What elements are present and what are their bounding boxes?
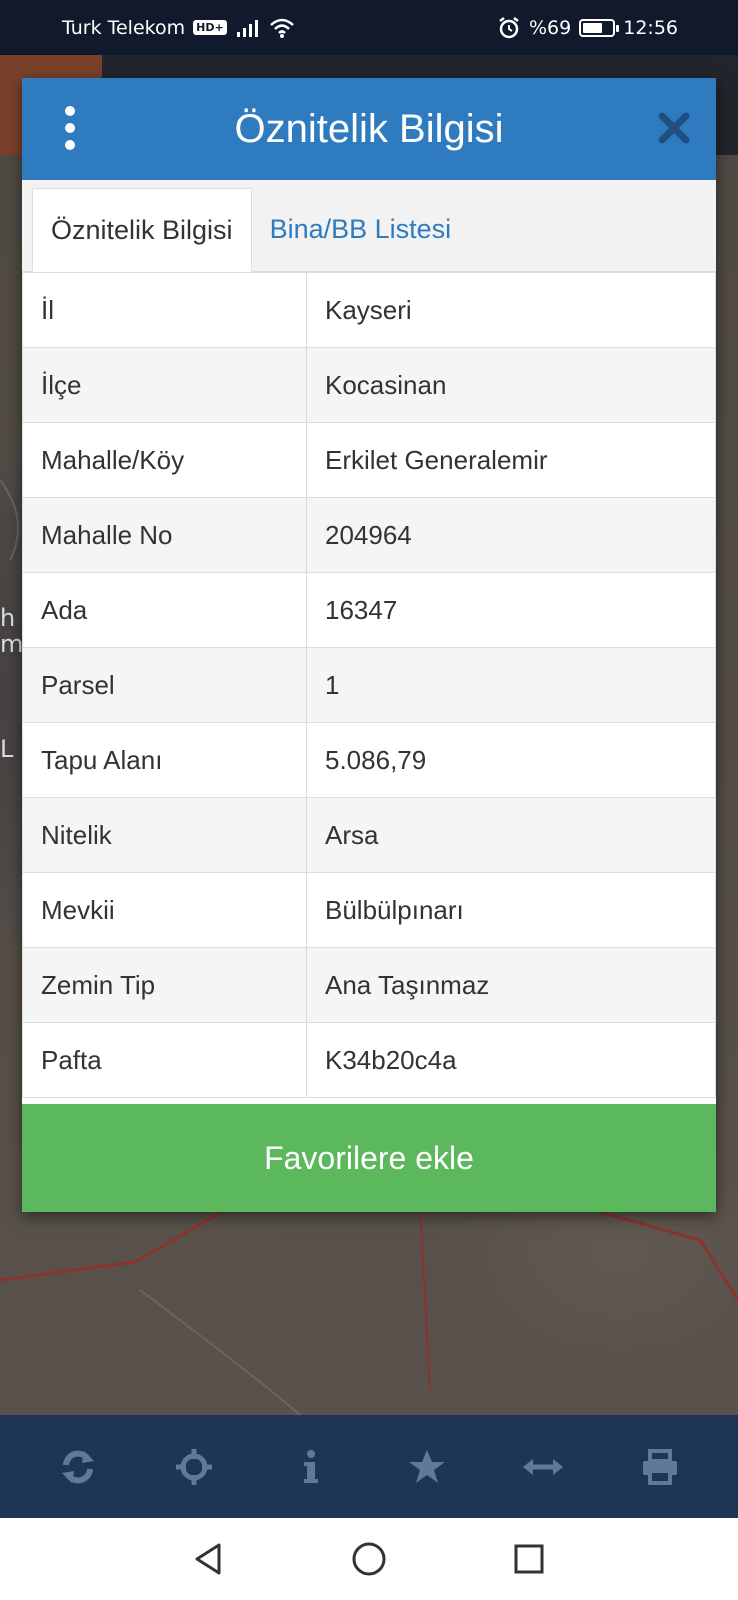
refresh-icon [62,1450,95,1483]
attribute-row: İl Kayseri [22,272,716,348]
back-triangle-icon [195,1543,221,1575]
attribute-label: Parsel [22,647,307,723]
back-button[interactable] [184,1534,234,1584]
measure-icon [523,1458,564,1475]
screen: h m L Turk Telekom HD+ %69 12:56 Öznitel… [0,0,738,1600]
attribute-value: Kocasinan [306,347,716,423]
alarm-icon [499,16,519,38]
attribute-value: K34b20c4a [306,1022,716,1098]
measure-button[interactable] [518,1442,568,1492]
attribute-label: İlçe [22,347,307,423]
attribute-value: Erkilet Generalemir [306,422,716,498]
attribute-value: 1 [306,647,716,723]
carrier-name: Turk Telekom [62,16,186,39]
attribute-info-dialog: Öznitelik Bilgisi Öznitelik Bilgisi Bina… [22,78,716,1212]
attribute-row: Ada 16347 [22,572,716,648]
attribute-label: Tapu Alanı [22,722,307,798]
map-label-fragment: h m [0,604,24,658]
map-label-fragment-2: L [0,735,14,763]
battery-percent: %69 [529,16,572,39]
recents-square-icon [514,1544,544,1574]
attribute-label: İl [22,272,307,348]
print-button[interactable] [635,1442,685,1492]
home-button[interactable] [344,1534,394,1584]
battery-fill [583,22,603,33]
status-left: Turk Telekom HD+ [62,17,295,39]
attribute-row: Zemin Tip Ana Taşınmaz [22,947,716,1023]
attribute-value: 204964 [306,497,716,573]
clock: 12:56 [623,16,678,39]
info-button[interactable] [286,1442,336,1492]
dialog-header: Öznitelik Bilgisi [22,78,716,180]
status-bar: Turk Telekom HD+ %69 12:56 [0,0,738,55]
attribute-label: Ada [22,572,307,648]
hd-badge: HD+ [193,20,227,35]
attribute-row: Pafta K34b20c4a [22,1022,716,1098]
attribute-value: 16347 [306,572,716,648]
locate-button[interactable] [169,1442,219,1492]
close-icon[interactable] [654,108,694,148]
tab-attribute-info[interactable]: Öznitelik Bilgisi [32,188,252,272]
attribute-label: Pafta [22,1022,307,1098]
star-icon [409,1449,446,1483]
more-vert-icon[interactable] [58,106,82,150]
attribute-row: Mahalle No 204964 [22,497,716,573]
attribute-label: Zemin Tip [22,947,307,1023]
tab-bar: Öznitelik Bilgisi Bina/BB Listesi [22,180,716,272]
add-to-favorites-button[interactable]: Favorilere ekle [22,1104,716,1212]
home-circle-icon [352,1542,386,1576]
tab-building-list[interactable]: Bina/BB Listesi [252,187,470,271]
attribute-label: Nitelik [22,797,307,873]
attribute-label: Mahalle No [22,497,307,573]
favorites-button[interactable] [402,1442,452,1492]
crosshair-icon [176,1448,213,1485]
attribute-row: Mahalle/Köy Erkilet Generalemir [22,422,716,498]
attribute-row: İlçe Kocasinan [22,347,716,423]
attribute-value: Bülbülpınarı [306,872,716,948]
attribute-table: İl Kayseri İlçe Kocasinan Mahalle/Köy Erkilet… [22,272,716,1098]
attribute-label: Mahalle/Köy [22,422,307,498]
attribute-value: 5.086,79 [306,722,716,798]
system-nav-bar [0,1518,738,1600]
bottom-toolbar [0,1415,738,1518]
attribute-value: Kayseri [306,272,716,348]
battery-icon [579,18,620,37]
attribute-value: Arsa [306,797,716,873]
attribute-row: Parsel 1 [22,647,716,723]
signal-icon [236,19,258,37]
wifi-icon [269,18,294,38]
dialog-title: Öznitelik Bilgisi [234,106,504,151]
attribute-row: Mevkii Bülbülpınarı [22,872,716,948]
attribute-row: Nitelik Arsa [22,797,716,873]
status-right: %69 12:56 [497,16,678,40]
print-icon [642,1448,677,1485]
attribute-row: Tapu Alanı 5.086,79 [22,722,716,798]
info-icon [303,1449,318,1483]
attribute-value: Ana Taşınmaz [306,947,716,1023]
attribute-label: Mevkii [22,872,307,948]
recents-button[interactable] [504,1534,554,1584]
refresh-button[interactable] [53,1442,103,1492]
